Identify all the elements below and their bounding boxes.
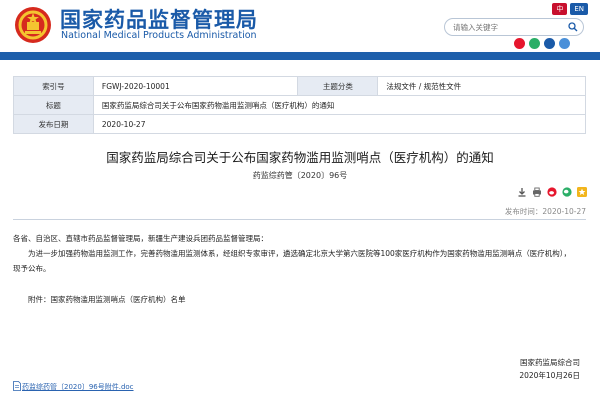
site-header: 国家药品监督管理局 National Medical Products Admi… [0, 0, 600, 50]
search-box [444, 18, 584, 36]
content-divider [13, 219, 586, 220]
site-subtitle: National Medical Products Administration [61, 30, 257, 41]
favorite-icon[interactable] [577, 187, 587, 197]
print-icon[interactable] [532, 187, 542, 197]
app-icon[interactable] [544, 38, 555, 49]
header-bar [0, 52, 600, 60]
meta-value: FGWJ-2020-10001 [92, 76, 299, 96]
document-number: 药监综药管〔2020〕96号 [252, 171, 348, 180]
meta-label: 发布日期 [13, 114, 94, 134]
weibo-icon[interactable] [514, 38, 525, 49]
table-row: 发布日期 2020-10-27 [13, 114, 587, 134]
search-icon[interactable] [568, 22, 578, 32]
body-paragraph-line: 为进一步加强药物滥用监测工作，完善药物滥用监测体系，经组织专家审评，遴选确定北京… [28, 249, 572, 258]
mobile-icon[interactable] [559, 38, 570, 49]
meta-value: 法规文件 / 规范性文件 [377, 76, 586, 96]
table-row: 索引号 FGWJ-2020-10001 主题分类 法规文件 / 规范性文件 [13, 76, 586, 96]
wechat-share-icon[interactable] [562, 187, 572, 197]
attachment-label: 附件：国家药物滥用监测哨点（医疗机构）名单 [28, 295, 186, 304]
document-meta-table: 索引号 FGWJ-2020-10001 主题分类 法规文件 / 规范性文件 标题… [13, 76, 587, 134]
publish-time: 发布时间：2020-10-27 [504, 207, 586, 216]
download-icon[interactable] [517, 187, 527, 197]
document-file-icon [13, 381, 21, 391]
wechat-icon[interactable] [529, 38, 540, 49]
meta-label: 索引号 [13, 76, 94, 96]
weibo-share-icon[interactable] [547, 187, 557, 197]
article-title: 国家药监局综合司关于公布国家药物滥用监测哨点（医疗机构）的通知 [106, 150, 494, 165]
meta-value: 2020-10-27 [92, 114, 587, 134]
salutation: 各省、自治区、直辖市药品监督管理局，新疆生产建设兵团药品监督管理局： [13, 234, 268, 243]
search-input[interactable] [453, 20, 563, 34]
signature-date: 2020年10月26日 [519, 371, 580, 380]
body-paragraph-line: 现予公布。 [13, 264, 51, 273]
language-switch: 中 EN [552, 3, 588, 15]
attachment-download-link[interactable]: 药监综药管〔2020〕96号附件.doc [22, 382, 134, 392]
lang-english-button[interactable]: EN [570, 3, 588, 15]
lang-chinese-button[interactable]: 中 [552, 3, 568, 15]
signature-organization: 国家药监局综合司 [520, 358, 580, 367]
meta-label: 主题分类 [297, 76, 379, 96]
article-tools [517, 187, 587, 197]
national-emblem-icon[interactable] [14, 5, 52, 45]
table-row: 标题 国家药监局综合司关于公布国家药物滥用监测哨点（医疗机构）的通知 [13, 95, 587, 115]
meta-label: 标题 [13, 95, 94, 115]
meta-value: 国家药监局综合司关于公布国家药物滥用监测哨点（医疗机构）的通知 [92, 95, 587, 115]
social-links [514, 38, 570, 49]
